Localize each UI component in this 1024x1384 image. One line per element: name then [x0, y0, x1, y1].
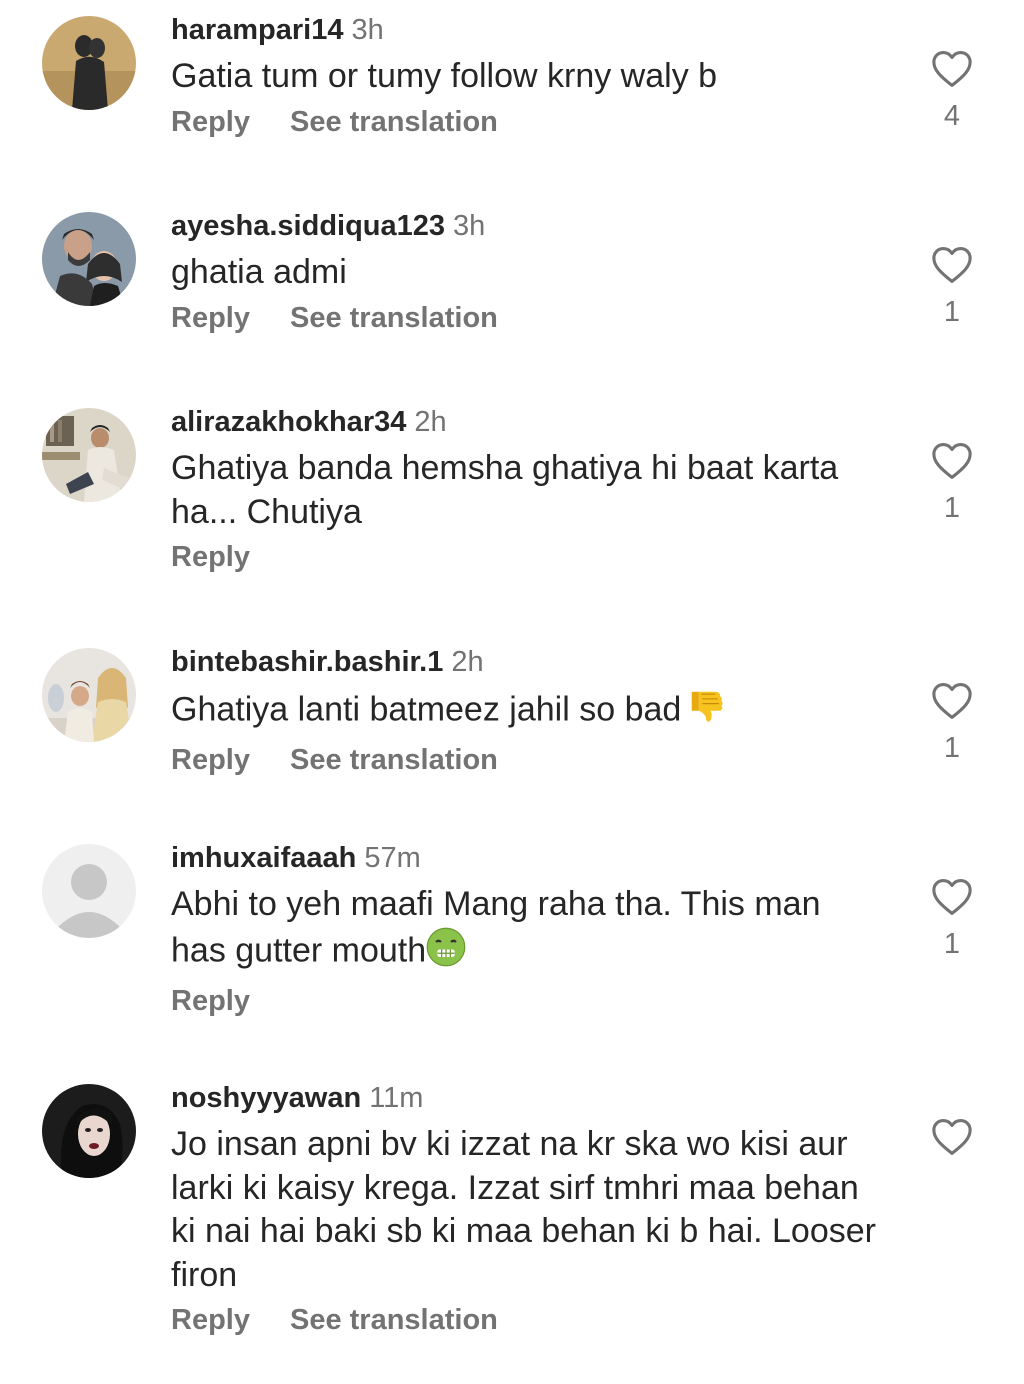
comment-meta: bintebashir.bashir.1 2h: [171, 644, 891, 680]
comment-actions: Reply See translation: [171, 102, 891, 142]
heart-outline-icon[interactable]: [931, 246, 973, 284]
avatar[interactable]: [42, 408, 136, 502]
avatar[interactable]: [42, 212, 136, 306]
comment-username[interactable]: bintebashir.bashir.1: [171, 646, 443, 678]
nauseated-face-emoji: [426, 927, 466, 979]
comment-time: 2h: [414, 406, 447, 438]
comment-text-content: Ghatiya lanti batmeez jahil so bad: [171, 690, 682, 729]
see-translation-button[interactable]: See translation: [290, 1300, 498, 1340]
comment-text: Ghatiya lanti batmeez jahil so bad: [171, 687, 881, 737]
like-group: 1: [926, 442, 978, 524]
like-group: 4: [926, 50, 978, 132]
heart-outline-icon[interactable]: [931, 442, 973, 480]
reply-button[interactable]: Reply: [171, 102, 250, 142]
like-count: 1: [943, 296, 961, 328]
comment-time: 57m: [364, 842, 421, 874]
see-translation-button[interactable]: See translation: [290, 298, 498, 338]
heart-outline-icon[interactable]: [931, 878, 973, 916]
heart-outline-icon[interactable]: [931, 1118, 973, 1156]
comment-username[interactable]: harampari14: [171, 14, 344, 46]
thumbs-down-emoji: [687, 687, 725, 737]
heart-outline-icon[interactable]: [931, 682, 973, 720]
like-group: [926, 1118, 978, 1156]
like-count: 1: [943, 732, 961, 764]
comment-meta: harampari14 3h: [171, 12, 891, 48]
like-count: 1: [943, 492, 961, 524]
comment-actions: Reply See translation: [171, 1300, 891, 1340]
avatar-photo: [42, 648, 136, 742]
avatar[interactable]: [42, 844, 136, 938]
reply-button[interactable]: Reply: [171, 298, 250, 338]
like-count: 1: [943, 928, 961, 960]
comment-time: 2h: [451, 646, 484, 678]
comment-text: Ghatiya banda hemsha ghatiya hi baat kar…: [171, 449, 839, 531]
see-translation-button[interactable]: See translation: [290, 740, 498, 780]
comment-time: 3h: [351, 14, 384, 46]
comment-username[interactable]: noshyyyawan: [171, 1082, 361, 1114]
comment-text-content: Abhi to yeh maafi Mang raha tha. This ma…: [171, 885, 821, 970]
comment-text: Jo insan apni bv ki izzat na kr ska wo k…: [171, 1125, 876, 1294]
comment-meta: noshyyyawan 11m: [171, 1080, 891, 1116]
like-count: 4: [943, 100, 961, 132]
comment-text: Gatia tum or tumy follow krny waly b: [171, 57, 718, 95]
reply-button[interactable]: Reply: [171, 1300, 250, 1340]
comment-actions: Reply: [171, 537, 891, 577]
like-group: 1: [926, 682, 978, 764]
comment-username[interactable]: imhuxaifaaah: [171, 842, 356, 874]
comment-text: ghatia admi: [171, 253, 347, 291]
comment-username[interactable]: ayesha.siddiqua123: [171, 210, 445, 242]
comment-meta: imhuxaifaaah 57m: [171, 840, 891, 876]
comment-text: Abhi to yeh maafi Mang raha tha. This ma…: [171, 883, 881, 978]
avatar[interactable]: [42, 648, 136, 742]
comment-time: 11m: [369, 1082, 424, 1114]
comment-actions: Reply See translation: [171, 740, 891, 780]
comment-meta: ayesha.siddiqua123 3h: [171, 208, 891, 244]
like-group: 1: [926, 246, 978, 328]
avatar[interactable]: [42, 16, 136, 110]
person-icon: [42, 844, 136, 938]
avatar-photo: [42, 16, 136, 110]
reply-button[interactable]: Reply: [171, 537, 250, 577]
see-translation-button[interactable]: See translation: [290, 102, 498, 142]
comment-actions: Reply See translation: [171, 298, 891, 338]
comment-actions: Reply: [171, 981, 891, 1021]
comment-meta: alirazakhokhar34 2h: [171, 404, 891, 440]
reply-button[interactable]: Reply: [171, 740, 250, 780]
comment-time: 3h: [453, 210, 486, 242]
avatar-photo: [42, 408, 136, 502]
avatar[interactable]: [42, 1084, 136, 1178]
reply-button[interactable]: Reply: [171, 981, 250, 1021]
comment-username[interactable]: alirazakhokhar34: [171, 406, 406, 438]
avatar-photo: [42, 212, 136, 306]
avatar-photo: [42, 1084, 136, 1178]
like-group: 1: [926, 878, 978, 960]
heart-outline-icon[interactable]: [931, 50, 973, 88]
